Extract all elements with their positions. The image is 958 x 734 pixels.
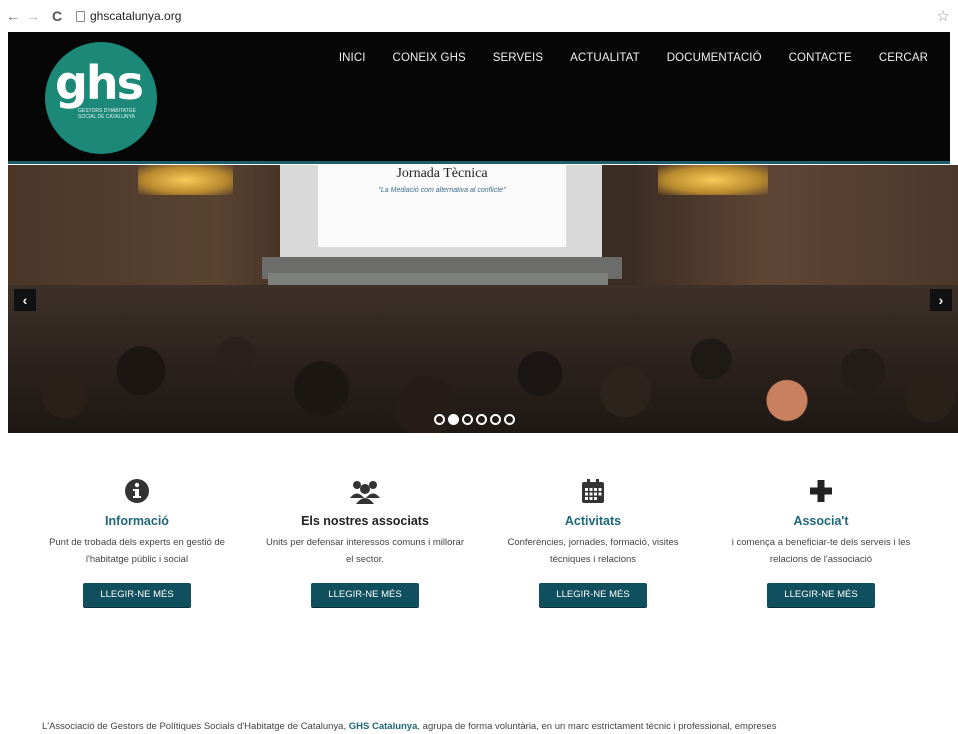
feature-associat: Associa't i comença a beneficiar-te dels… [721,478,921,607]
nav-item-cercar[interactable]: CERCAR [879,52,928,64]
site-header: ghs GESTORS D'HABITATGE SOCIAL DE CATALU… [8,32,950,164]
feature-description: i comença a beneficiar-te dels serveis i… [731,537,911,565]
nav-item-contacte[interactable]: CONTACTE [789,52,852,64]
browser-toolbar: ← → C ghscatalunya.org ☆ [0,0,958,32]
slider-pagination [434,414,515,425]
intro-paragraph: L'Associació de Gestors de Polítiques So… [42,721,942,732]
site-logo[interactable]: ghs GESTORS D'HABITATGE SOCIAL DE CATALU… [45,42,157,154]
slide-image-light [138,165,233,195]
read-more-button[interactable]: LLEGIR-NE MÉS [311,583,419,607]
read-more-button[interactable]: LLEGIR-NE MÉS [767,583,875,607]
feature-informacio: Informació Punt de trobada dels experts … [37,478,237,607]
forward-icon[interactable]: → [26,8,40,24]
read-more-button[interactable]: LLEGIR-NE MÉS [539,583,647,607]
hero-slider: Jornada Tècnica "La Mediació com alterna… [8,165,958,433]
nav-item-serveis[interactable]: SERVEIS [493,52,543,64]
info-icon [37,478,237,504]
intro-brand-name: GHS Catalunya [348,721,418,732]
slide-image-light [658,165,768,195]
calendar-icon [493,478,693,504]
feature-activitats: Activitats Conferències, jornades, forma… [493,478,693,607]
logo-subtext: GESTORS D'HABITATGE SOCIAL DE CATALUNYA [78,108,136,120]
reload-icon[interactable]: C [50,8,64,24]
feature-title: Associa't [793,514,849,528]
nav-item-inici[interactable]: INICI [339,52,366,64]
feature-title: Activitats [564,514,622,528]
slider-dot[interactable] [462,414,473,425]
slider-dot[interactable] [504,414,515,425]
star-icon[interactable]: ☆ [937,7,950,25]
slider-dot[interactable] [490,414,501,425]
feature-description: Conferències, jornades, formació, visite… [507,537,679,565]
slider-dot[interactable] [476,414,487,425]
projection-slide: Jornada Tècnica "La Mediació com alterna… [318,165,566,247]
intro-text-start: L'Associació de Gestors de Polítiques So… [42,721,349,732]
feature-associats: Els nostres associats Units per defensar… [265,478,465,607]
nav-item-actualitat[interactable]: ACTUALITAT [570,52,640,64]
nav-item-documentacio[interactable]: DOCUMENTACIÓ [667,52,762,64]
users-icon [265,478,465,504]
main-nav: INICI CONEIX GHS SERVEIS ACTUALITAT DOCU… [339,52,928,64]
address-bar[interactable]: ghscatalunya.org [90,9,181,23]
slide-image-audience [8,285,958,433]
feature-description: Units per defensar interessos comuns i m… [266,537,464,565]
back-icon[interactable]: ← [6,8,20,24]
read-more-button[interactable]: LLEGIR-NE MÉS [83,583,191,607]
page-icon [76,10,85,22]
feature-title: Els nostres associats [301,514,429,528]
slider-prev-button[interactable]: ‹ [14,289,36,311]
projection-subtitle: "La Mediació com alternativa al conflict… [378,187,506,194]
slider-dot-active[interactable] [448,414,459,425]
projection-title: Jornada Tècnica [396,166,488,181]
slide-image-projection-screen: Jornada Tècnica "La Mediació com alterna… [280,165,602,257]
nav-item-coneix-ghs[interactable]: CONEIX GHS [393,52,466,64]
logo-text: ghs [55,56,144,110]
plus-icon [721,478,921,504]
slider-next-button[interactable]: › [930,289,952,311]
feature-description: Punt de trobada dels experts en gestió d… [49,537,225,565]
intro-text-end: , agrupa de forma voluntària, en un marc… [417,721,777,732]
slider-dot[interactable] [434,414,445,425]
feature-title: Informació [105,514,169,528]
